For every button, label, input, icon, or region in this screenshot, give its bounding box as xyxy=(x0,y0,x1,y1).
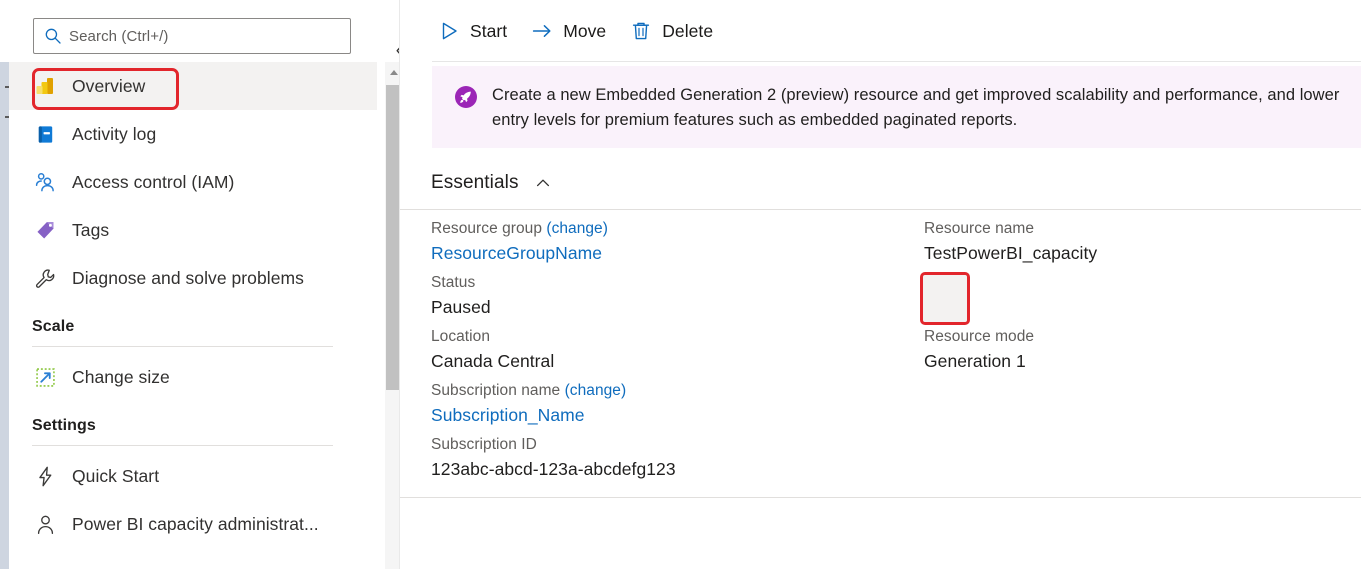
subscription-name-link[interactable]: Subscription_Name xyxy=(431,402,901,429)
resource-menu-list: Overview Activity log xyxy=(9,62,377,569)
portal-left-edge-strip-top xyxy=(0,0,9,62)
status-value: Paused xyxy=(431,294,901,321)
activity-log-icon xyxy=(32,121,58,147)
sidebar-item-label: Access control (IAM) xyxy=(72,172,234,193)
nav-group-settings: Settings xyxy=(9,401,377,446)
chevron-up-icon xyxy=(535,175,551,191)
person-icon xyxy=(32,511,58,537)
field-label-text: Resource group xyxy=(431,220,542,237)
field-status: Status Paused xyxy=(431,272,901,321)
field-label-text: Subscription name xyxy=(431,382,560,399)
essentials-left-column: Resource group (change) ResourceGroupNam… xyxy=(431,218,901,488)
nav-group-title: Scale xyxy=(32,318,353,336)
search-input[interactable]: Search (Ctrl+/) xyxy=(33,18,351,54)
resource-menu-panel: Search (Ctrl+/) « Overview xyxy=(9,0,400,569)
power-bi-icon xyxy=(32,73,58,99)
nav-group-title: Settings xyxy=(32,417,353,435)
sidebar-item-label: Power BI capacity administrat... xyxy=(72,514,319,535)
resource-mode-value: Generation 1 xyxy=(924,348,1344,375)
field-location: Location Canada Central xyxy=(431,326,901,375)
sku-value: A2 xyxy=(924,294,1344,321)
start-button-label: Start xyxy=(470,21,507,42)
sidebar-item-activity-log[interactable]: Activity log xyxy=(9,110,377,158)
search-placeholder-text: Search (Ctrl+/) xyxy=(69,28,168,45)
move-button-label: Move xyxy=(563,21,606,42)
resource-name-value: TestPowerBI_capacity xyxy=(924,240,1344,267)
essentials-right-column: Resource name TestPowerBI_capacity SKU A… xyxy=(924,218,1344,380)
preview-banner[interactable]: Create a new Embedded Generation 2 (prev… xyxy=(432,66,1361,148)
azure-portal-resource-overview: Search (Ctrl+/) « Overview xyxy=(0,0,1361,569)
arrow-right-icon xyxy=(531,20,553,42)
content-bottom-divider xyxy=(400,497,1361,498)
field-label: Resource group (change) xyxy=(431,218,901,240)
essentials-title: Essentials xyxy=(431,172,519,194)
change-resource-group-link[interactable]: (change) xyxy=(546,220,608,237)
search-row: Search (Ctrl+/) « xyxy=(33,18,383,54)
field-resource-name: Resource name TestPowerBI_capacity xyxy=(924,218,1344,267)
sidebar-item-overview[interactable]: Overview xyxy=(9,62,377,110)
field-subscription-id: Subscription ID 123abc-abcd-123a-abcdefg… xyxy=(431,434,901,483)
sidebar-item-label: Overview xyxy=(72,76,145,97)
nav-group-scale: Scale xyxy=(9,302,377,347)
essentials-divider xyxy=(400,209,1361,210)
field-label: Resource mode xyxy=(924,326,1344,348)
delete-button[interactable]: Delete xyxy=(624,11,723,51)
trash-icon xyxy=(630,20,652,42)
change-size-icon xyxy=(32,364,58,390)
access-control-icon xyxy=(32,169,58,195)
field-resource-group: Resource group (change) ResourceGroupNam… xyxy=(431,218,901,267)
command-toolbar: Start Move xyxy=(400,0,1361,62)
resource-group-link[interactable]: ResourceGroupName xyxy=(431,240,901,267)
tag-icon xyxy=(32,217,58,243)
field-label: Resource name xyxy=(924,218,1344,240)
field-label: Status xyxy=(431,272,901,294)
sidebar-item-quick-start[interactable]: Quick Start xyxy=(9,452,377,500)
field-label: Subscription name (change) xyxy=(431,380,901,402)
field-label: SKU xyxy=(924,272,1344,294)
subscription-id-value: 123abc-abcd-123a-abcdefg123 xyxy=(431,456,901,483)
rocket-icon xyxy=(454,85,478,109)
change-subscription-link[interactable]: (change) xyxy=(565,382,627,399)
sidebar-item-diagnose[interactable]: Diagnose and solve problems xyxy=(9,254,377,302)
essentials-toggle[interactable]: Essentials xyxy=(431,172,551,194)
preview-banner-text: Create a new Embedded Generation 2 (prev… xyxy=(492,83,1343,148)
sidebar-item-label: Quick Start xyxy=(72,466,159,487)
sidebar-item-label: Activity log xyxy=(72,124,156,145)
nav-group-divider xyxy=(32,445,333,446)
sidebar-item-label: Change size xyxy=(72,367,170,388)
sidebar-item-power-bi-capacity-administrators[interactable]: Power BI capacity administrat... xyxy=(9,500,377,548)
field-subscription-name: Subscription name (change) Subscription_… xyxy=(431,380,901,429)
lightning-icon xyxy=(32,463,58,489)
wrench-icon xyxy=(32,265,58,291)
sidebar-item-tags[interactable]: Tags xyxy=(9,206,377,254)
sidebar-item-access-control[interactable]: Access control (IAM) xyxy=(9,158,377,206)
field-resource-mode: Resource mode Generation 1 xyxy=(924,326,1344,375)
search-icon xyxy=(44,27,62,45)
nav-group-divider xyxy=(32,346,333,347)
delete-button-label: Delete xyxy=(662,21,713,42)
field-label: Subscription ID xyxy=(431,434,901,456)
sidebar-item-change-size[interactable]: Change size xyxy=(9,353,377,401)
move-button[interactable]: Move xyxy=(525,11,616,51)
sidebar-item-label: Tags xyxy=(72,220,109,241)
start-button[interactable]: Start xyxy=(432,11,517,51)
resource-content-pane: Start Move xyxy=(400,0,1361,569)
field-label: Location xyxy=(431,326,901,348)
toolbar-divider xyxy=(432,61,1361,62)
sidebar-item-label: Diagnose and solve problems xyxy=(72,268,304,289)
play-icon xyxy=(438,20,460,42)
location-value: Canada Central xyxy=(431,348,901,375)
field-sku: SKU A2 xyxy=(924,272,1344,321)
